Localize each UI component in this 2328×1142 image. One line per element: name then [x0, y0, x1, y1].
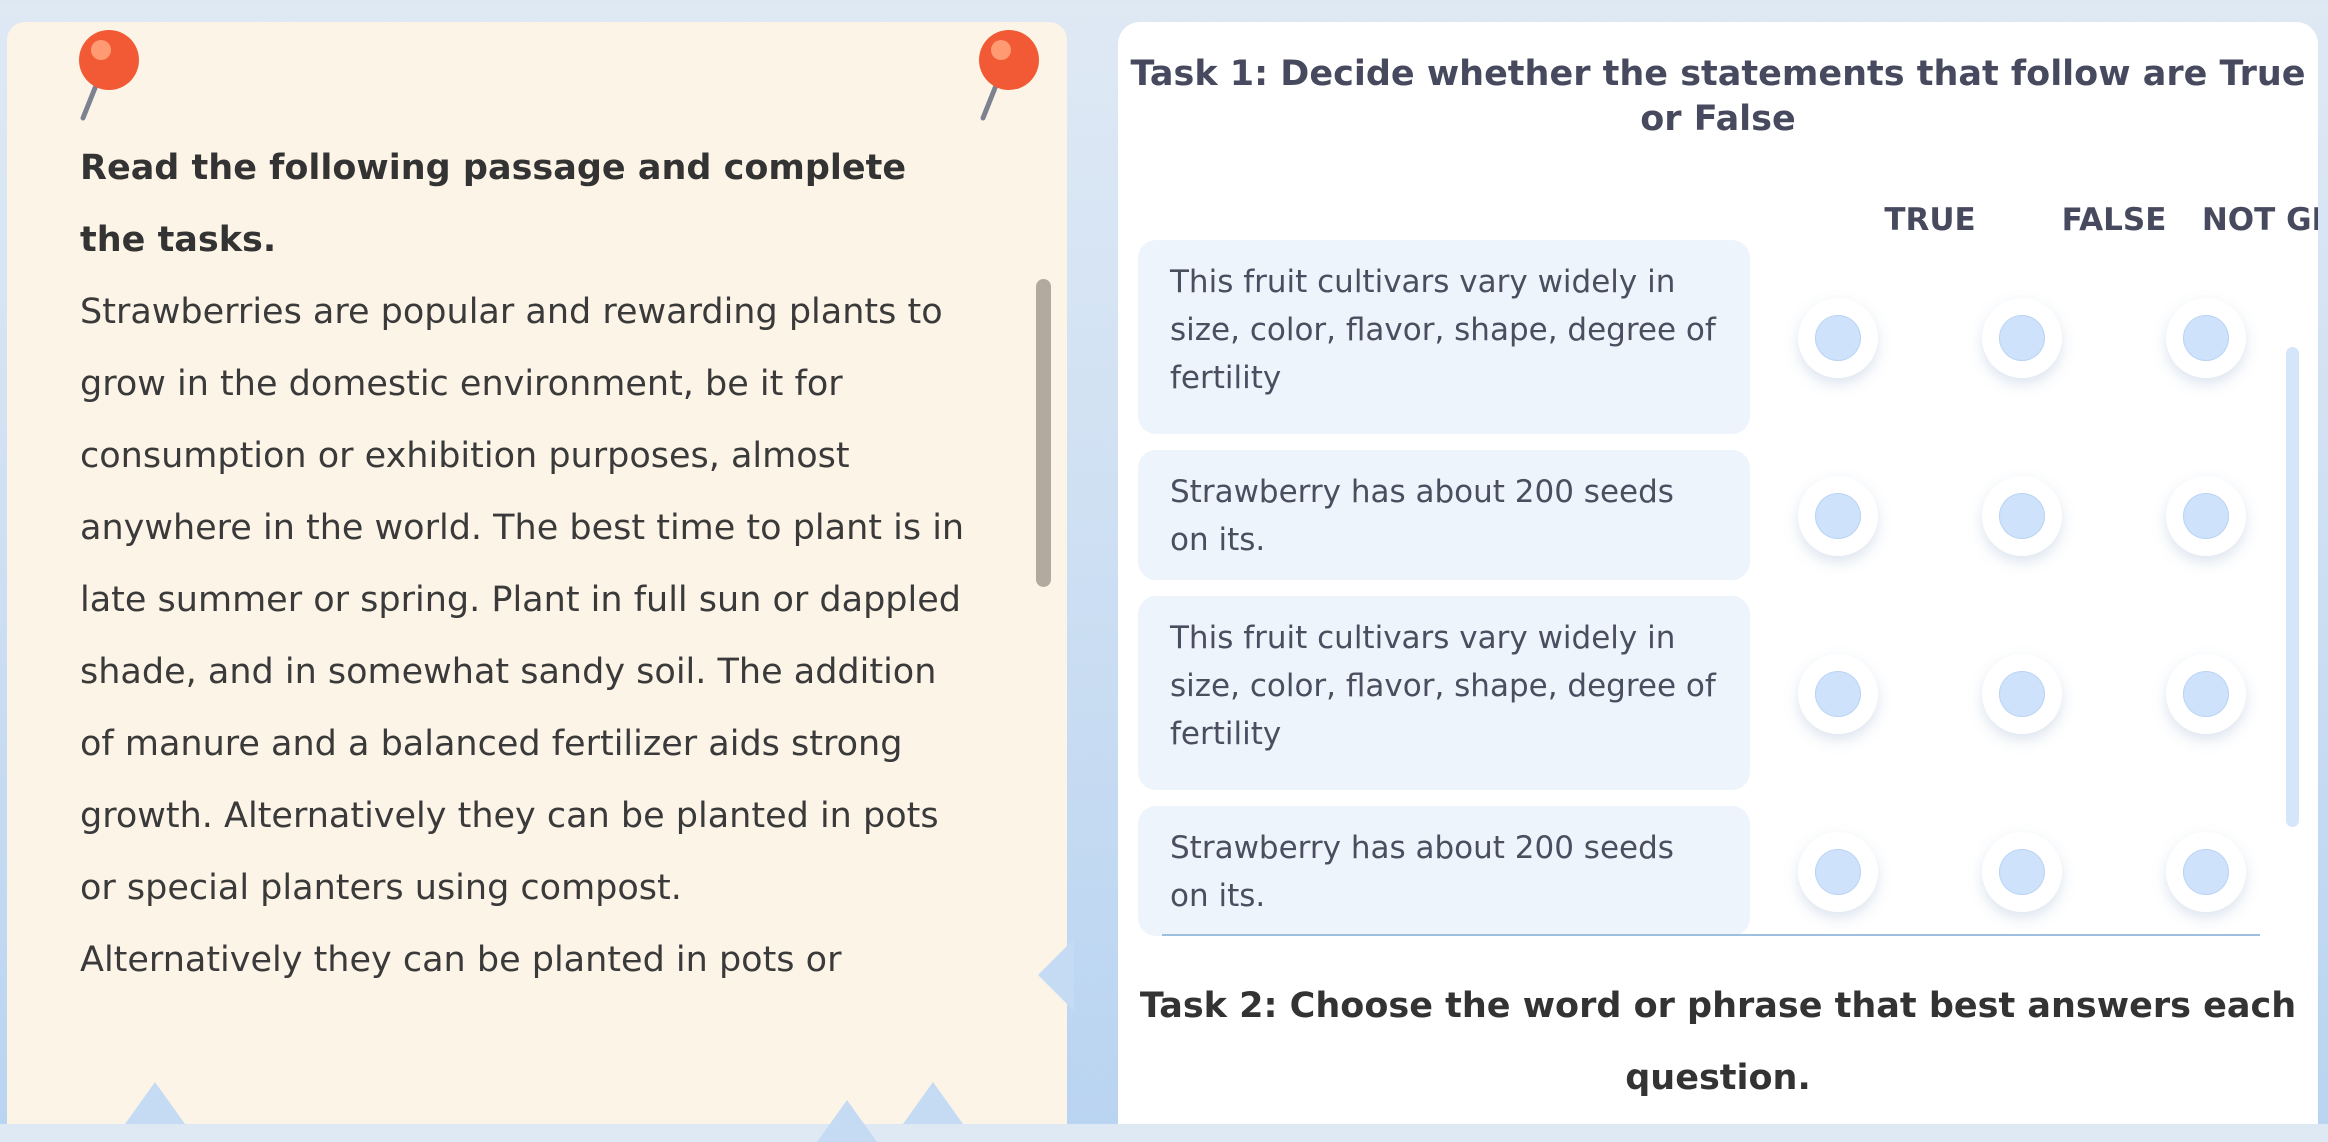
statement-2: Strawberry has about 200 seeds on its. [1138, 450, 1750, 580]
statement-4: Strawberry has about 200 seeds on its. [1138, 806, 1750, 936]
statement-3: This fruit cultivars vary widely in size… [1138, 596, 1750, 790]
questions-scrollbar[interactable] [2286, 347, 2299, 827]
card-tooth [817, 1100, 877, 1142]
column-header-false: FALSE [2061, 202, 2167, 238]
pushpin-icon [979, 30, 1039, 121]
radio-not-given-4[interactable] [2166, 832, 2246, 912]
statement-1: This fruit cultivars vary widely in size… [1138, 240, 1750, 434]
card-tooth [903, 1082, 963, 1124]
column-header-not-given: NOT GIVEN [2201, 202, 2318, 238]
radio-not-given-3[interactable] [2166, 654, 2246, 734]
radio-false-3[interactable] [1982, 654, 2062, 734]
task-divider [1162, 934, 2260, 936]
card-tooth [125, 1082, 185, 1124]
radio-false-4[interactable] [1982, 832, 2062, 912]
passage-scrollbar[interactable] [1036, 279, 1051, 587]
radio-true-4[interactable] [1798, 832, 1878, 912]
radio-true-3[interactable] [1798, 654, 1878, 734]
task1-title: Task 1: Decide whether the statements th… [1130, 54, 2306, 139]
question-card: Task 1: Decide whether the statements th… [1118, 22, 2318, 1124]
card-notch [1038, 939, 1074, 1011]
radio-false-1[interactable] [1982, 298, 2062, 378]
radio-true-2[interactable] [1798, 476, 1878, 556]
column-header-true: TRUE [1884, 202, 1976, 238]
task2-title: Task 2: Choose the word or phrase that b… [1139, 986, 2297, 1098]
pushpin-icon [79, 30, 139, 121]
radio-false-2[interactable] [1982, 476, 2062, 556]
radio-not-given-1[interactable] [2166, 298, 2246, 378]
radio-not-given-2[interactable] [2166, 476, 2246, 556]
passage-scroll-area[interactable]: Read the following passage and complete … [80, 132, 980, 1062]
passage-paragraph: Alternatively they can be planted in pot… [80, 940, 842, 980]
passage-instruction: Read the following passage and complete … [80, 148, 907, 260]
passage-paragraph: Strawberries are popular and rewarding p… [80, 292, 965, 908]
radio-true-1[interactable] [1798, 298, 1878, 378]
passage-card: Read the following passage and complete … [7, 22, 1074, 1142]
